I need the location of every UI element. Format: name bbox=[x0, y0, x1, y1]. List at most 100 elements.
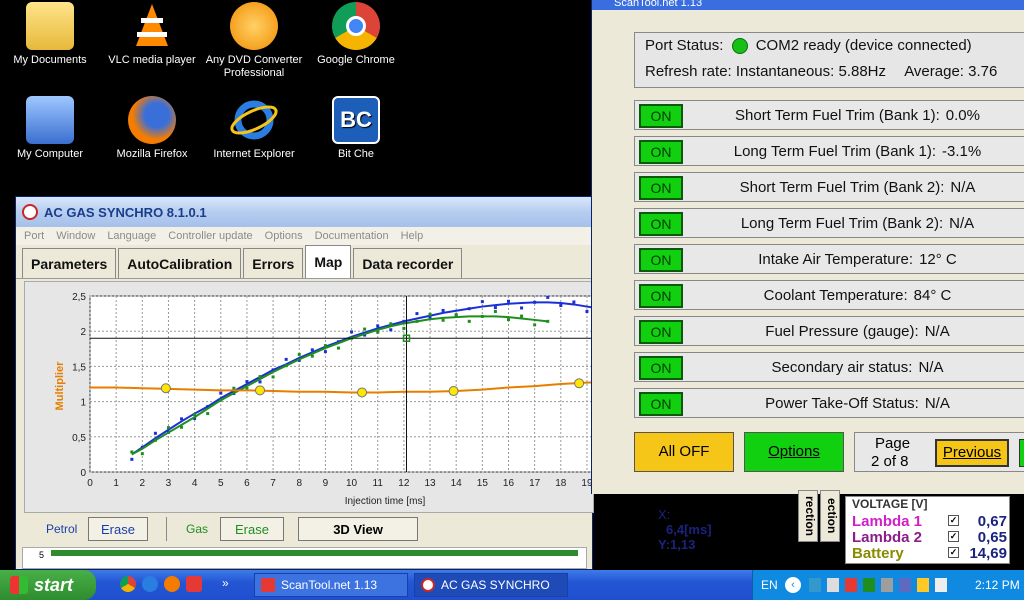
desktop-icon-label: VLC media player bbox=[108, 54, 196, 66]
chrome-quicklaunch-icon[interactable] bbox=[120, 576, 136, 592]
quicklaunch-more[interactable]: » bbox=[222, 576, 229, 590]
refresh-avg-label: Average: bbox=[904, 63, 964, 80]
status-led-icon bbox=[731, 38, 748, 55]
data-point bbox=[363, 327, 367, 331]
battery-value: 14,69 bbox=[969, 545, 1007, 562]
previous-button[interactable]: Previous bbox=[935, 439, 1009, 467]
data-point bbox=[428, 312, 432, 316]
sensor-on-toggle[interactable]: ON bbox=[639, 176, 683, 200]
tab-autocalibration[interactable]: AutoCalibration bbox=[118, 248, 242, 278]
voltage-panel: VOLTAGE [V] Lambda 1 ✓ 0,67 Lambda 2 ✓ 0… bbox=[845, 496, 1010, 564]
refresh-label: Refresh rate: bbox=[645, 63, 732, 80]
tray-expand-icon[interactable]: ‹ bbox=[785, 577, 801, 593]
tab-parameters[interactable]: Parameters bbox=[22, 248, 117, 278]
x-tick-label: 7 bbox=[270, 478, 276, 489]
sensor-reading: Fuel Pressure (gauge): N/A bbox=[691, 323, 1024, 340]
tray-usb-icon[interactable] bbox=[827, 578, 839, 592]
sensor-on-toggle[interactable]: ON bbox=[639, 284, 683, 308]
menu-controller-update[interactable]: Controller update bbox=[168, 230, 252, 242]
scantool-titlebar[interactable]: ScanTool.net 1.13 bbox=[592, 0, 1024, 10]
menu-documentation[interactable]: Documentation bbox=[315, 230, 389, 242]
control-point[interactable] bbox=[160, 383, 171, 394]
system-tray: EN ‹ 2:12 PM bbox=[752, 570, 1024, 600]
desktop-icon-bitche[interactable]: BC Bit Che bbox=[306, 96, 406, 161]
all-off-button[interactable]: All OFF bbox=[634, 432, 734, 472]
cursor-readout: X: 6,4[ms] Y:1,13 bbox=[658, 507, 712, 552]
desktop-icon-chrome[interactable]: Google Chrome bbox=[306, 2, 406, 67]
sensor-reading: Short Term Fuel Trim (Bank 1): 0.0% bbox=[691, 107, 1024, 124]
folder-icon bbox=[26, 2, 74, 50]
menu-language[interactable]: Language bbox=[107, 230, 156, 242]
y-axis-label: Multiplier bbox=[54, 361, 66, 411]
firefox-icon bbox=[128, 96, 176, 144]
sensor-on-toggle[interactable]: ON bbox=[639, 392, 683, 416]
desktop-icon-ie[interactable]: Internet Explorer bbox=[204, 96, 304, 161]
sensor-on-toggle[interactable]: ON bbox=[639, 104, 683, 128]
control-point[interactable] bbox=[255, 385, 266, 396]
data-point bbox=[559, 304, 563, 308]
page-value: 2 of 8 bbox=[871, 453, 909, 470]
tray-printer-icon[interactable] bbox=[881, 578, 893, 592]
side-tab-injection[interactable]: ection bbox=[820, 490, 840, 542]
desktop-icon-any-dvd[interactable]: Any DVD Converter Professional bbox=[204, 2, 304, 80]
sensor-on-toggle[interactable]: ON bbox=[639, 140, 683, 164]
sensor-on-toggle[interactable]: ON bbox=[639, 248, 683, 272]
menu-window[interactable]: Window bbox=[56, 230, 95, 242]
tab-map[interactable]: Map bbox=[305, 245, 352, 278]
erase-petrol-button[interactable]: Erase bbox=[88, 517, 148, 541]
task-acgas[interactable]: AC GAS SYNCHRO bbox=[414, 573, 568, 597]
start-button[interactable]: start bbox=[0, 570, 96, 600]
app-quicklaunch-icon[interactable] bbox=[186, 576, 202, 592]
refresh-inst-label: Instantaneous: bbox=[735, 63, 835, 80]
tab-errors[interactable]: Errors bbox=[243, 248, 304, 278]
tab-data-recorder[interactable]: Data recorder bbox=[353, 248, 463, 278]
map-chart-panel[interactable]: 0 1 2 3 4 5 6 7 8 9 10 11 12 13 14 15 16 17 18 19 0 0,5 1 1,5 2 2… bbox=[24, 281, 614, 513]
data-point bbox=[520, 306, 524, 310]
desktop-icon-firefox[interactable]: Mozilla Firefox bbox=[102, 96, 202, 161]
tray-nvidia-icon[interactable] bbox=[863, 578, 875, 592]
sensor-on-toggle[interactable]: ON bbox=[639, 356, 683, 380]
clock[interactable]: 2:12 PM bbox=[975, 578, 1020, 592]
map-chart[interactable]: 0 1 2 3 4 5 6 7 8 9 10 11 12 13 14 15 16 17 18 1900,511,522… bbox=[25, 282, 614, 512]
tray-network-icon[interactable] bbox=[809, 578, 821, 592]
lambda2-checkbox[interactable]: ✓ bbox=[948, 531, 959, 542]
cursor-y-label: Y: bbox=[658, 536, 671, 552]
desktop-icon-my-documents[interactable]: My Documents bbox=[0, 2, 100, 67]
menu-options[interactable]: Options bbox=[265, 230, 303, 242]
battery-checkbox[interactable]: ✓ bbox=[948, 547, 959, 558]
tray-battery-icon[interactable] bbox=[917, 578, 929, 592]
lambda1-checkbox[interactable]: ✓ bbox=[948, 515, 959, 526]
tray-volume-icon[interactable] bbox=[935, 578, 947, 592]
sensor-row: ON Intake Air Temperature: 12° C bbox=[634, 244, 1024, 274]
language-indicator[interactable]: EN bbox=[761, 578, 778, 592]
tray-app-icon[interactable] bbox=[845, 578, 857, 592]
task-scantool[interactable]: ScanTool.net 1.13 bbox=[254, 573, 408, 597]
data-point bbox=[219, 398, 223, 402]
acgas-titlebar[interactable]: AC GAS SYNCHRO 8.1.0.1 bbox=[16, 197, 592, 227]
side-tab-correction[interactable]: rection bbox=[798, 490, 818, 542]
menu-port[interactable]: Port bbox=[24, 230, 44, 242]
scantool-window[interactable]: ScanTool.net 1.13 Port Status: COM2 read… bbox=[591, 0, 1024, 494]
erase-gas-button[interactable]: Erase bbox=[220, 517, 284, 541]
sensor-on-toggle[interactable]: ON bbox=[639, 212, 683, 236]
firefox-quicklaunch-icon[interactable] bbox=[164, 576, 180, 592]
cursor-x-value: 6,4[ms] bbox=[666, 521, 712, 537]
3d-view-button[interactable]: 3D View bbox=[298, 517, 418, 541]
desktop-icon-my-computer[interactable]: My Computer bbox=[0, 96, 100, 161]
data-point bbox=[402, 326, 406, 330]
control-point[interactable] bbox=[448, 386, 459, 397]
options-button[interactable]: Options bbox=[744, 432, 844, 472]
tray-monitor-icon[interactable] bbox=[899, 578, 911, 592]
desktop-icon-vlc[interactable]: VLC media player bbox=[102, 2, 202, 67]
cursor-x-label: X: bbox=[658, 506, 671, 522]
data-point bbox=[376, 330, 380, 334]
acgas-window[interactable]: AC GAS SYNCHRO 8.1.0.1 Port Window Langu… bbox=[15, 196, 712, 570]
data-point bbox=[441, 318, 445, 322]
ie-quicklaunch-icon[interactable] bbox=[142, 576, 158, 592]
menu-help[interactable]: Help bbox=[401, 230, 424, 242]
sensor-on-toggle[interactable]: ON bbox=[639, 320, 683, 344]
control-point[interactable] bbox=[357, 387, 368, 398]
control-point[interactable] bbox=[574, 378, 585, 389]
next-button[interactable] bbox=[1019, 439, 1024, 467]
refresh-row: Refresh rate: Instantaneous: 5.88Hz Aver… bbox=[645, 63, 997, 80]
